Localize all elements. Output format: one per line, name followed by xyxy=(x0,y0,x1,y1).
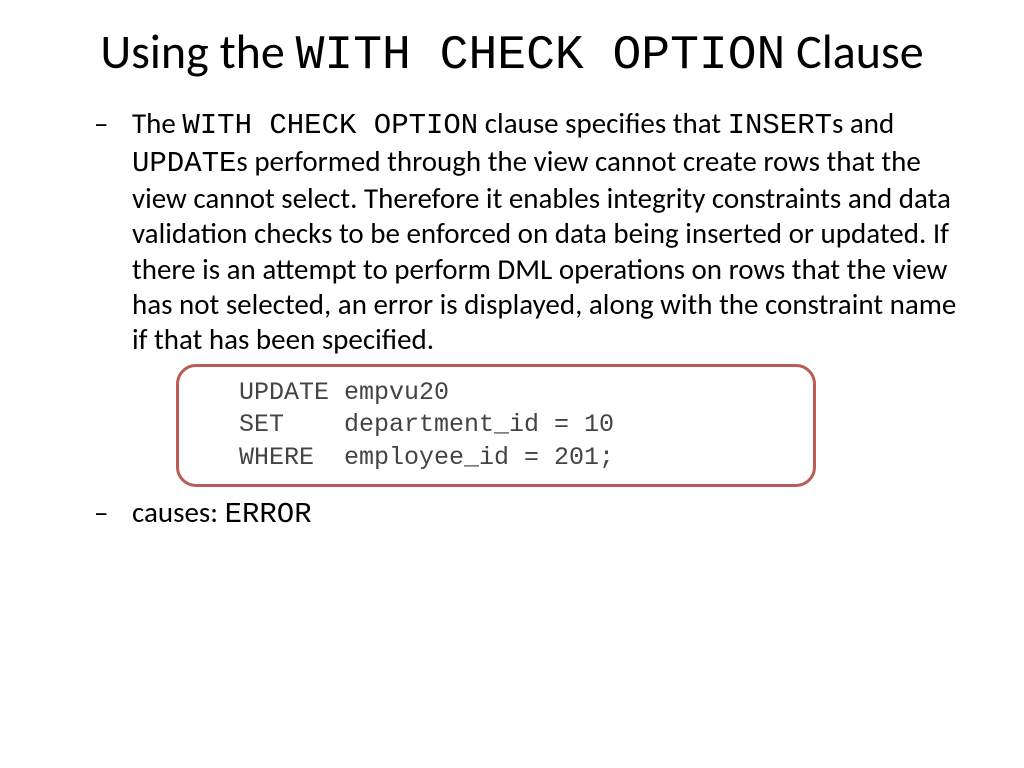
b1-m2: INSERT xyxy=(728,109,832,142)
slide: Using the WITH CHECK OPTION Clause The W… xyxy=(0,0,1024,768)
code-container: UPDATE empvu20 SET department_id = 10 WH… xyxy=(176,364,816,488)
b1-t4: s performed through the view cannot crea… xyxy=(132,143,956,358)
title-mono: WITH CHECK OPTION xyxy=(296,29,786,83)
b2-t1: causes: xyxy=(132,494,225,530)
bullet-2: causes: ERROR xyxy=(132,495,964,532)
code-box: UPDATE empvu20 SET department_id = 10 WH… xyxy=(176,364,816,488)
b1-t1: The xyxy=(132,105,182,141)
b1-t2: clause specifies that xyxy=(478,105,727,141)
title-pre: Using the xyxy=(100,22,295,81)
b1-m3: UPDATE xyxy=(132,147,236,180)
b1-m1: WITH CHECK OPTION xyxy=(182,109,478,142)
b2-m1: ERROR xyxy=(225,498,312,531)
bullet-1: The WITH CHECK OPTION clause specifies t… xyxy=(132,106,964,487)
b1-t3: s and xyxy=(832,105,894,141)
title-post: Clause xyxy=(785,22,923,81)
bullet-list: The WITH CHECK OPTION clause specifies t… xyxy=(60,106,964,533)
slide-title: Using the WITH CHECK OPTION Clause xyxy=(60,24,964,84)
